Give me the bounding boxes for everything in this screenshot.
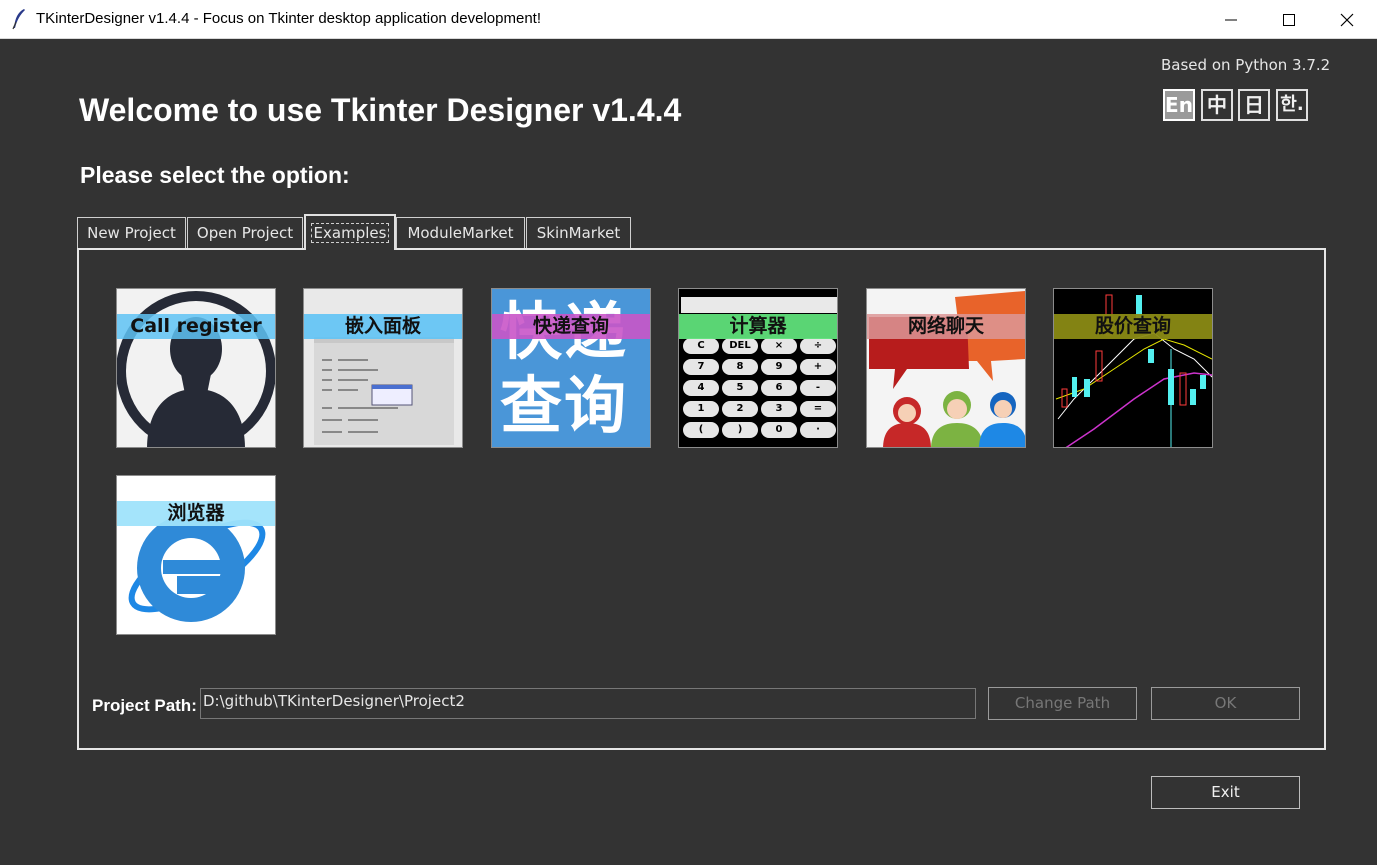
feather-app-icon [12, 9, 25, 30]
calculator-key: ÷ [800, 338, 836, 354]
calculator-key: ( [683, 422, 719, 438]
example-label: 股价查询 [1054, 314, 1212, 339]
maximize-button[interactable] [1260, 0, 1318, 39]
calculator-key: 7 [683, 359, 719, 375]
tab-examples-label: Examples [310, 223, 390, 243]
calculator-key: C [683, 338, 719, 354]
project-path-input[interactable]: D:\github\TKinterDesigner\Project2 [200, 688, 976, 719]
close-button[interactable] [1318, 0, 1376, 39]
calculator-key: + [800, 359, 836, 375]
calculator-key: 0 [761, 422, 797, 438]
calculator-key: 8 [722, 359, 758, 375]
calculator-key: 5 [722, 380, 758, 396]
calculator-key: 9 [761, 359, 797, 375]
tab-open-project[interactable]: Open Project [187, 217, 303, 249]
calculator-key: 4 [683, 380, 719, 396]
tab-skin-market[interactable]: SkinMarket [526, 217, 631, 249]
calculator-key: 3 [761, 401, 797, 417]
minimize-icon [1225, 19, 1237, 21]
calculator-key: ) [722, 422, 758, 438]
example-label: 嵌入面板 [304, 314, 462, 339]
embedded-panel-icon [314, 337, 454, 445]
lang-button-en[interactable]: En [1163, 89, 1195, 121]
example-label: Call register [117, 314, 275, 339]
example-label: 计算器 [679, 314, 837, 339]
calculator-key: DEL [722, 338, 758, 354]
title-bar: TKinterDesigner v1.4.4 - Focus on Tkinte… [0, 0, 1377, 39]
example-card-stock-query[interactable]: 股价查询 [1053, 288, 1213, 448]
person-icon [117, 291, 275, 447]
example-card-calculator[interactable]: C DEL × ÷ 7 8 9 + 4 5 6 - 1 2 3 = ( ) 0 … [678, 288, 838, 448]
stock-chart-icon [1055, 294, 1212, 447]
calculator-key: 2 [722, 401, 758, 417]
chat-icon [869, 291, 1025, 447]
maximize-icon [1283, 14, 1295, 26]
express-char: 询 [564, 369, 629, 442]
ok-button[interactable]: OK [1151, 687, 1300, 720]
lang-button-zh[interactable]: 中 [1201, 89, 1233, 121]
calculator-key: - [800, 380, 836, 396]
calculator-keypad: C DEL × ÷ 7 8 9 + 4 5 6 - 1 2 3 = ( ) 0 … [683, 338, 837, 438]
tab-new-project[interactable]: New Project [77, 217, 186, 249]
window-title: TKinterDesigner v1.4.4 - Focus on Tkinte… [36, 10, 541, 27]
express-char: 查 [500, 369, 565, 442]
exit-button[interactable]: Exit [1151, 776, 1300, 809]
change-path-button[interactable]: Change Path [988, 687, 1137, 720]
example-card-embedded-panel[interactable]: 嵌入面板 [303, 288, 463, 448]
calculator-key: × [761, 338, 797, 354]
example-label: 网络聊天 [867, 314, 1025, 339]
welcome-heading: Welcome to use Tkinter Designer v1.4.4 [79, 92, 682, 128]
calculator-key: · [800, 422, 836, 438]
example-label: 浏览器 [117, 501, 275, 526]
project-path-label: Project Path: [92, 696, 197, 715]
example-label: 快递查询 [492, 314, 650, 339]
close-icon [1340, 13, 1354, 27]
lang-button-ja[interactable]: 日 [1238, 89, 1270, 121]
example-card-call-register[interactable]: Call register [116, 288, 276, 448]
select-option-prompt: Please select the option: [80, 162, 350, 188]
browser-icon [128, 514, 266, 622]
example-card-express-query[interactable]: 快递查询 快递查询 [491, 288, 651, 448]
minimize-button[interactable] [1202, 0, 1260, 39]
calculator-key: 6 [761, 380, 797, 396]
tab-module-market[interactable]: ModuleMarket [396, 217, 525, 249]
lang-button-ko[interactable]: 한. [1276, 89, 1308, 121]
calculator-key: = [800, 401, 836, 417]
example-card-browser[interactable]: 浏览器 [116, 475, 276, 635]
python-version-label: Based on Python 3.7.2 [1161, 56, 1331, 74]
calculator-display [681, 297, 837, 313]
calculator-key: 1 [683, 401, 719, 417]
example-card-chat[interactable]: 网络聊天 [866, 288, 1026, 448]
tab-examples[interactable]: Examples [304, 214, 396, 250]
